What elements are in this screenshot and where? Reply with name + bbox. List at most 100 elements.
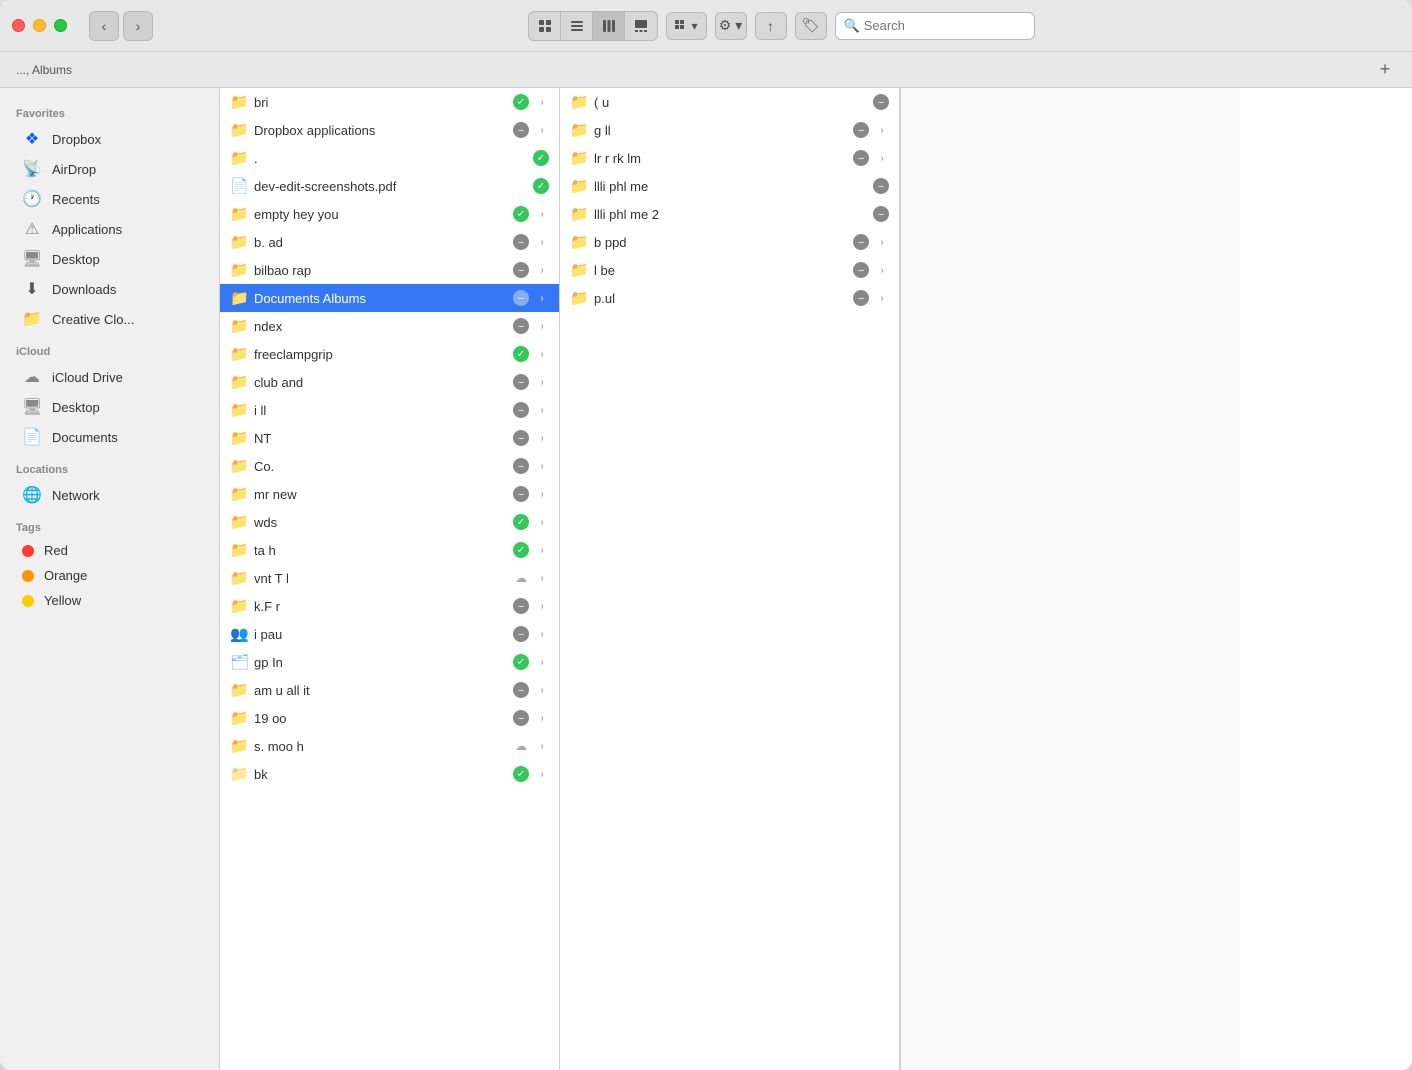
expand-chevron[interactable]: ›	[535, 291, 549, 305]
list-view-button[interactable]	[561, 12, 593, 40]
expand-chevron[interactable]: ›	[535, 543, 549, 557]
minimize-button[interactable]	[33, 19, 46, 32]
expand-chevron[interactable]: ›	[535, 235, 549, 249]
expand-chevron[interactable]: ›	[535, 431, 549, 445]
file-row[interactable]: 📁 s. moo h ☁ ›	[220, 732, 559, 760]
file-row[interactable]: 📁 k.F r – ›	[220, 592, 559, 620]
forward-button[interactable]: ›	[123, 11, 153, 41]
sidebar-item-tag-yellow[interactable]: Yellow	[6, 588, 213, 613]
sidebar-item-recents[interactable]: 🕐 Recents	[6, 184, 213, 214]
close-button[interactable]	[12, 19, 25, 32]
file-row[interactable]: 📁 mr new – ›	[220, 480, 559, 508]
maximize-button[interactable]	[54, 19, 67, 32]
expand-chevron[interactable]: ›	[875, 151, 889, 165]
expand-chevron[interactable]: ›	[535, 459, 549, 473]
folder-icon: 📁	[230, 205, 248, 223]
file-row[interactable]: 📁 ( u –	[560, 88, 899, 116]
expand-chevron[interactable]: ›	[875, 263, 889, 277]
file-row[interactable]: 📁 club and – ›	[220, 368, 559, 396]
expand-chevron[interactable]: ›	[535, 319, 549, 333]
file-row[interactable]: 📁 p.ul – ›	[560, 284, 899, 312]
sidebar-item-icloud-desktop[interactable]: 🖥 Desktop	[6, 392, 213, 422]
expand-chevron[interactable]: ›	[535, 711, 549, 725]
file-row[interactable]: 📁 . ✓	[220, 144, 559, 172]
expand-chevron[interactable]: ›	[535, 123, 549, 137]
sidebar-item-creative-cloud[interactable]: 📁 Creative Clo...	[6, 304, 213, 334]
expand-chevron[interactable]: ›	[535, 95, 549, 109]
expand-chevron[interactable]: ›	[535, 263, 549, 277]
file-row[interactable]: 📁 Dropbox applications – ›	[220, 116, 559, 144]
expand-chevron[interactable]: ›	[535, 599, 549, 613]
expand-chevron[interactable]: ›	[535, 571, 549, 585]
file-row[interactable]: 📁 freeclampgrip ✓ ›	[220, 340, 559, 368]
sidebar-item-applications[interactable]: ⚠ Applications	[6, 214, 213, 244]
gallery-view-button[interactable]	[625, 12, 657, 40]
file-row[interactable]: 📁 lr r rk lm – ›	[560, 144, 899, 172]
back-button[interactable]: ‹	[89, 11, 119, 41]
expand-chevron[interactable]: ›	[535, 403, 549, 417]
column-view-button[interactable]	[593, 12, 625, 40]
file-row[interactable]: 📄 dev-edit-screenshots.pdf ✓	[220, 172, 559, 200]
folder-icon: 📁	[230, 373, 248, 391]
sidebar-item-tag-orange[interactable]: Orange	[6, 563, 213, 588]
folder-icon: 📁	[570, 93, 588, 111]
expand-chevron[interactable]: ›	[535, 207, 549, 221]
file-name: .	[254, 151, 527, 166]
expand-chevron[interactable]: ›	[535, 627, 549, 641]
file-row[interactable]: 📁 Co. – ›	[220, 452, 559, 480]
expand-chevron[interactable]: ›	[875, 123, 889, 137]
sidebar-item-downloads[interactable]: ⬇ Downloads	[6, 274, 213, 304]
action-button[interactable]: ⚙ ▾	[715, 12, 747, 40]
sidebar-item-icloud-drive[interactable]: ☁ iCloud Drive	[6, 362, 213, 392]
search-icon: 🔍	[844, 18, 860, 34]
file-row[interactable]: 📁 l be – ›	[560, 256, 899, 284]
file-row[interactable]: 📁 bri ✓ ›	[220, 88, 559, 116]
sidebar-label-airdrop: AirDrop	[52, 162, 96, 177]
file-row[interactable]: 📁 wds ✓ ›	[220, 508, 559, 536]
expand-chevron[interactable]: ›	[535, 739, 549, 753]
file-row[interactable]: 📁 bk ✓ ›	[220, 760, 559, 788]
expand-chevron[interactable]: ›	[535, 683, 549, 697]
sidebar-item-dropbox[interactable]: ❖ Dropbox	[6, 124, 213, 154]
file-row[interactable]: 📁 bilbao rap – ›	[220, 256, 559, 284]
search-input[interactable]	[864, 18, 1026, 33]
expand-chevron[interactable]: ›	[535, 515, 549, 529]
yellow-tag-dot	[22, 595, 34, 607]
expand-chevron[interactable]: ›	[535, 375, 549, 389]
file-row[interactable]: 📁 NT – ›	[220, 424, 559, 452]
file-row[interactable]: 🗂 gp In ✓ ›	[220, 648, 559, 676]
expand-chevron[interactable]: ›	[875, 291, 889, 305]
file-row[interactable]: 👥 i pau – ›	[220, 620, 559, 648]
expand-chevron[interactable]: ›	[535, 767, 549, 781]
search-bar[interactable]: 🔍	[835, 12, 1035, 40]
file-row[interactable]: 📁 b. ad – ›	[220, 228, 559, 256]
file-row[interactable]: 📁 llli phl me 2 –	[560, 200, 899, 228]
file-row[interactable]: 📁 b ppd – ›	[560, 228, 899, 256]
expand-chevron[interactable]: ›	[535, 655, 549, 669]
expand-chevron[interactable]: ›	[535, 347, 549, 361]
file-row[interactable]: 📁 am u all it – ›	[220, 676, 559, 704]
icon-view-button[interactable]	[529, 12, 561, 40]
sidebar-item-network[interactable]: 🌐 Network	[6, 480, 213, 510]
expand-chevron[interactable]: ›	[535, 487, 549, 501]
sidebar-item-documents[interactable]: 📄 Documents	[6, 422, 213, 452]
sidebar-item-airdrop[interactable]: 📡 AirDrop	[6, 154, 213, 184]
file-row[interactable]: 📁 g ll – ›	[560, 116, 899, 144]
group-button[interactable]: ▾	[666, 12, 706, 40]
file-row[interactable]: 📁 vnt T l ☁ ›	[220, 564, 559, 592]
tag-button[interactable]: 🏷	[795, 12, 827, 40]
file-row[interactable]: 📁 i ll – ›	[220, 396, 559, 424]
sidebar-item-tag-red[interactable]: Red	[6, 538, 213, 563]
file-row[interactable]: 📁 ndex – ›	[220, 312, 559, 340]
file-row-selected[interactable]: 📁 Documents Albums – ›	[220, 284, 559, 312]
sidebar-item-desktop[interactable]: 🖥 Desktop	[6, 244, 213, 274]
file-row[interactable]: 📁 llli phl me –	[560, 172, 899, 200]
add-column-button[interactable]: +	[1374, 59, 1396, 81]
sync-status-minus: –	[513, 290, 529, 306]
file-row[interactable]: 📁 ta h ✓ ›	[220, 536, 559, 564]
file-row[interactable]: 📁 19 oo – ›	[220, 704, 559, 732]
share-button[interactable]: ↑	[755, 12, 787, 40]
expand-chevron[interactable]: ›	[875, 235, 889, 249]
file-row[interactable]: 📁 empty hey you ✓ ›	[220, 200, 559, 228]
sync-status-minus: –	[853, 290, 869, 306]
